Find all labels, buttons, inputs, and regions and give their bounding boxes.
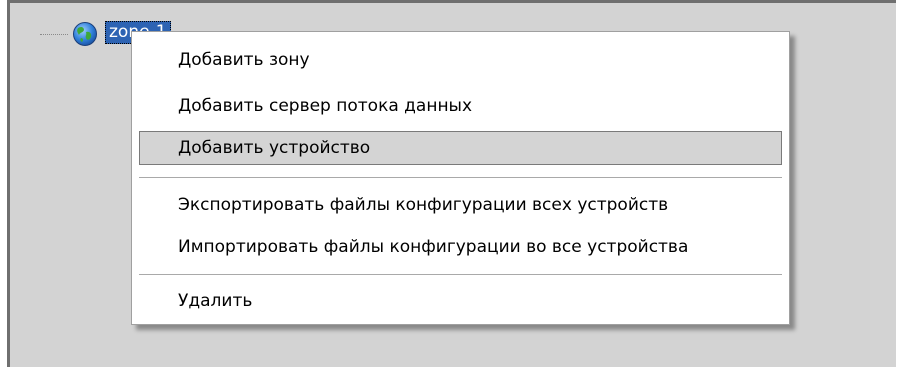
tree-panel: zone-1 Добавить зону Добавить сервер пот…	[7, 0, 896, 367]
menu-item-delete[interactable]: Удалить	[139, 284, 782, 318]
menu-item-add-stream-server[interactable]: Добавить сервер потока данных	[139, 89, 782, 123]
menu-separator	[139, 274, 782, 275]
menu-item-add-zone[interactable]: Добавить зону	[139, 43, 782, 77]
menu-item-export-configs[interactable]: Экспортировать файлы конфигурации всех у…	[139, 188, 782, 222]
menu-item-add-device[interactable]: Добавить устройство	[139, 131, 782, 165]
menu-item-import-configs[interactable]: Импортировать файлы конфигурации во все …	[139, 230, 782, 264]
context-menu: Добавить зону Добавить сервер потока дан…	[131, 31, 790, 325]
menu-separator	[139, 177, 782, 178]
tree-connector-line	[40, 34, 68, 35]
globe-icon[interactable]	[72, 21, 98, 47]
